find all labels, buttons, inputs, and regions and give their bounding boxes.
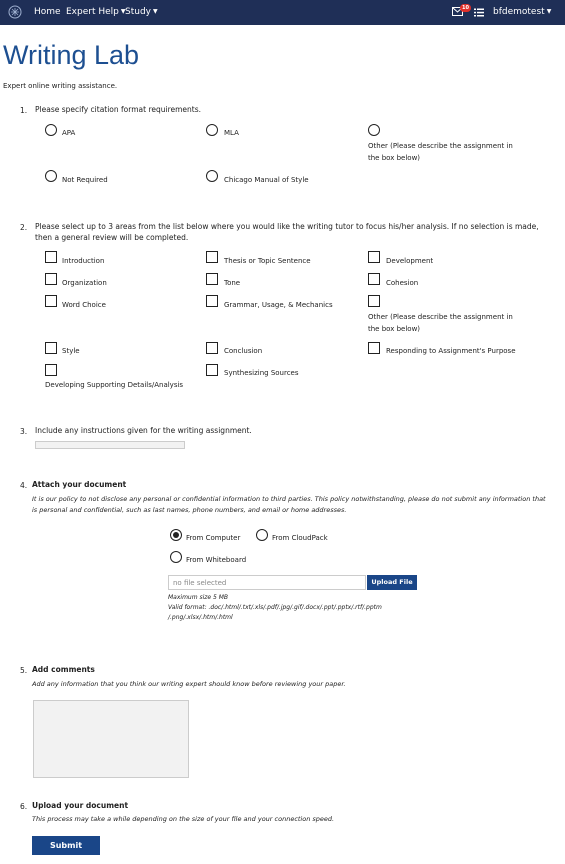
nav-expert-help-menu[interactable]: Expert Help ▼ — [66, 7, 126, 17]
radio-apa[interactable] — [45, 124, 57, 136]
checkbox-development[interactable] — [368, 251, 380, 263]
checkbox-organization[interactable] — [45, 273, 57, 285]
file-path-input[interactable]: no file selected — [168, 575, 366, 590]
question-instructions: Include any instructions given for the w… — [35, 426, 252, 435]
option-label: Other (Please describe the assignment in… — [368, 313, 513, 333]
question-number: 2. — [20, 223, 28, 232]
valid-formats-note: Valid format: .doc/.html/.txt/.xls/.pdf/… — [168, 604, 382, 621]
nav-expert-help-label: Expert Help — [66, 7, 119, 17]
checkbox-synthesizing-sources[interactable] — [206, 364, 218, 376]
section-heading-upload: Upload your document — [32, 801, 129, 810]
nav-study-label: Study — [125, 7, 151, 17]
instructions-input[interactable] — [35, 441, 185, 449]
chevron-down-icon: ▼ — [546, 8, 552, 15]
checkbox-introduction[interactable] — [45, 251, 57, 263]
checkbox-supporting-details[interactable] — [45, 364, 57, 376]
max-size-note: Maximum size 5 MB — [168, 594, 229, 601]
checkbox-cohesion[interactable] — [368, 273, 380, 285]
page-subtitle: Expert online writing assistance. — [3, 82, 118, 90]
upload-file-button[interactable]: Upload File — [367, 575, 417, 590]
option-label: Conclusion — [224, 347, 263, 355]
radio-from-whiteboard[interactable] — [170, 551, 182, 563]
top-navbar: Home Expert Help ▼ Study ▼ 10 bfdemotest ▼ — [0, 0, 565, 25]
section-heading-attach: Attach your document — [32, 480, 127, 489]
comments-note: Add any information that you think our w… — [32, 680, 346, 688]
logo-icon[interactable] — [8, 5, 22, 19]
option-label: From Whiteboard — [186, 556, 247, 564]
radio-other-citation[interactable] — [368, 124, 380, 136]
page-title: Writing Lab — [3, 40, 140, 70]
option-label: Responding to Assignment's Purpose — [386, 347, 516, 355]
user-menu[interactable]: bfdemotest ▼ — [493, 7, 551, 17]
radio-mla[interactable] — [206, 124, 218, 136]
option-label: Word Choice — [62, 301, 106, 309]
notification-badge: 10 — [460, 4, 471, 12]
radio-from-cloudpack[interactable] — [256, 529, 268, 541]
option-label: MLA — [224, 129, 239, 137]
option-label: From Computer — [186, 534, 241, 542]
checkbox-grammar[interactable] — [206, 295, 218, 307]
nav-home-link[interactable]: Home — [34, 7, 61, 17]
chevron-down-icon: ▼ — [153, 8, 158, 15]
question-focus-areas: Please select up to 3 areas from the lis… — [35, 222, 539, 242]
upload-note: This process may take a while depending … — [32, 815, 335, 823]
nav-study-menu[interactable]: Study ▼ — [125, 7, 158, 17]
option-label: Chicago Manual of Style — [224, 176, 309, 184]
submit-button[interactable]: Submit — [32, 836, 100, 855]
option-label: Cohesion — [386, 279, 419, 287]
option-label: From CloudPack — [272, 534, 328, 542]
section-heading-comments: Add comments — [32, 665, 95, 674]
checkbox-tone[interactable] — [206, 273, 218, 285]
checkbox-style[interactable] — [45, 342, 57, 354]
question-number: 1. — [20, 106, 28, 115]
checkbox-responding-purpose[interactable] — [368, 342, 380, 354]
comments-textarea[interactable] — [33, 700, 189, 778]
question-number: 5. — [20, 666, 28, 675]
privacy-note: It is our policy to not disclose any per… — [32, 495, 546, 514]
checkbox-other-focus[interactable] — [368, 295, 380, 307]
checkbox-word-choice[interactable] — [45, 295, 57, 307]
option-label: APA — [62, 129, 76, 137]
question-number: 3. — [20, 427, 28, 436]
option-label: Style — [62, 347, 80, 355]
checkbox-thesis[interactable] — [206, 251, 218, 263]
option-label: Development — [386, 257, 434, 265]
option-label: Synthesizing Sources — [224, 369, 299, 377]
question-number: 4. — [20, 481, 28, 490]
option-label: Introduction — [62, 257, 105, 265]
option-label: Developing Supporting Details/Analysis — [45, 381, 184, 389]
checkbox-conclusion[interactable] — [206, 342, 218, 354]
question-number: 6. — [20, 802, 28, 811]
option-label: Thesis or Topic Sentence — [224, 257, 311, 265]
option-label: Tone — [224, 279, 241, 287]
option-label: Other (Please describe the assignment in… — [368, 142, 513, 162]
radio-from-computer[interactable] — [170, 529, 182, 541]
list-icon[interactable] — [474, 8, 484, 17]
username-label: bfdemotest — [493, 7, 545, 17]
radio-chicago[interactable] — [206, 170, 218, 182]
radio-not-required[interactable] — [45, 170, 57, 182]
option-label: Grammar, Usage, & Mechanics — [224, 301, 333, 309]
option-label: Organization — [62, 279, 107, 287]
question-citation-format: Please specify citation format requireme… — [35, 105, 202, 114]
option-label: Not Required — [62, 176, 108, 184]
